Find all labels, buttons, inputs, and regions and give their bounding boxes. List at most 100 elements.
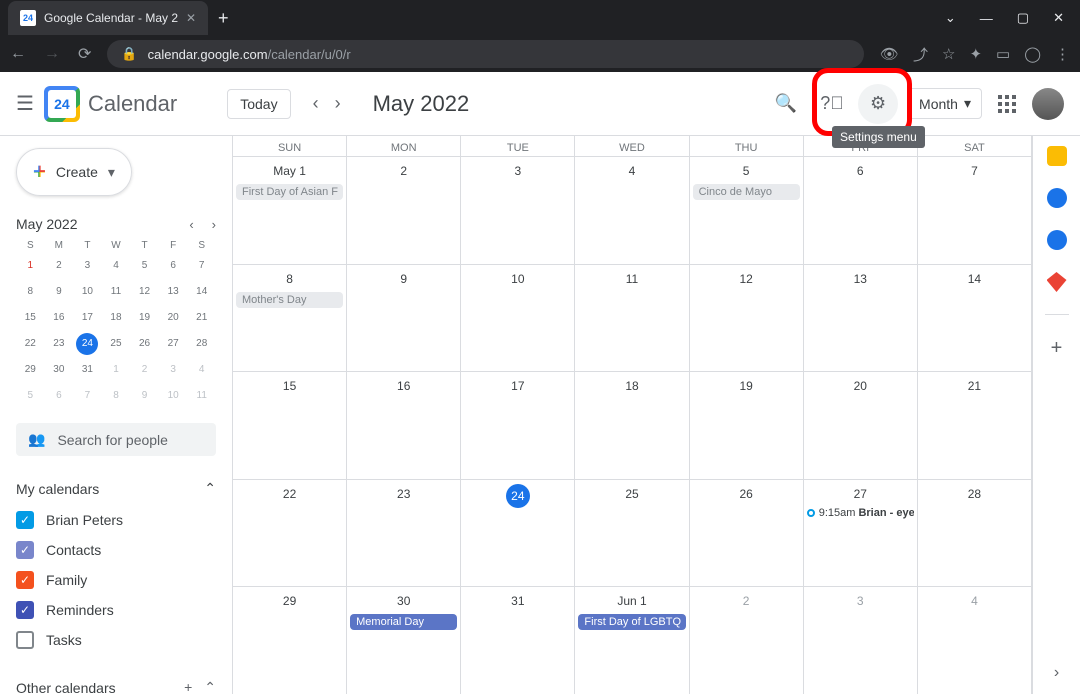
day-cell[interactable]: 6 bbox=[804, 157, 918, 264]
calendar-logo[interactable]: 24 Calendar bbox=[44, 86, 177, 122]
day-cell[interactable]: Jun 1First Day of LGBTQ bbox=[575, 587, 689, 694]
chevron-down-icon[interactable]: ⌄ bbox=[945, 10, 956, 26]
mini-day[interactable]: 4 bbox=[105, 255, 127, 277]
mini-day[interactable]: 6 bbox=[162, 255, 184, 277]
extensions-icon[interactable]: ✦ bbox=[969, 45, 982, 63]
search-icon[interactable]: 🔍 bbox=[766, 84, 806, 124]
calendar-checkbox[interactable] bbox=[16, 631, 34, 649]
mini-day[interactable]: 30 bbox=[48, 359, 70, 381]
mini-day[interactable]: 4 bbox=[191, 359, 213, 381]
day-cell[interactable]: 25 bbox=[575, 480, 689, 587]
calendar-checkbox[interactable] bbox=[16, 571, 34, 589]
mini-day[interactable]: 1 bbox=[105, 359, 127, 381]
day-cell[interactable]: 3 bbox=[804, 587, 918, 694]
day-cell[interactable]: 13 bbox=[804, 265, 918, 372]
day-cell[interactable]: 3 bbox=[461, 157, 575, 264]
mini-day[interactable]: 19 bbox=[134, 307, 156, 329]
view-selector[interactable]: Month▾ bbox=[908, 88, 982, 119]
day-cell[interactable]: 10 bbox=[461, 265, 575, 372]
close-window-icon[interactable]: ✕ bbox=[1053, 10, 1064, 26]
mini-day[interactable]: 27 bbox=[162, 333, 184, 355]
add-panel-icon[interactable]: + bbox=[1051, 337, 1063, 360]
mini-day[interactable]: 7 bbox=[191, 255, 213, 277]
day-cell[interactable]: 26 bbox=[690, 480, 804, 587]
forward-icon[interactable]: → bbox=[44, 45, 60, 63]
chevron-up-icon[interactable]: ⌃ bbox=[204, 480, 216, 497]
panel-icon[interactable]: ▭ bbox=[996, 45, 1010, 63]
event-chip[interactable]: First Day of LGBTQ bbox=[578, 614, 685, 630]
mini-day[interactable]: 22 bbox=[19, 333, 41, 355]
event-chip[interactable]: First Day of Asian F bbox=[236, 184, 343, 200]
mini-day[interactable]: 18 bbox=[105, 307, 127, 329]
mini-day[interactable]: 23 bbox=[48, 333, 70, 355]
day-cell[interactable]: 279:15am Brian - eye bbox=[804, 480, 918, 587]
event-chip[interactable]: Mother's Day bbox=[236, 292, 343, 308]
collapse-panel-icon[interactable]: › bbox=[1054, 664, 1059, 682]
day-cell[interactable]: 5Cinco de Mayo bbox=[690, 157, 804, 264]
star-icon[interactable]: ☆ bbox=[942, 45, 955, 63]
mini-day[interactable]: 31 bbox=[76, 359, 98, 381]
day-cell[interactable]: 2 bbox=[347, 157, 461, 264]
reload-icon[interactable]: ⟳ bbox=[78, 44, 91, 64]
day-cell[interactable]: 20 bbox=[804, 372, 918, 479]
help-icon[interactable]: ?⃝ bbox=[812, 84, 852, 124]
create-button[interactable]: + Create ▾ bbox=[16, 148, 132, 196]
mini-day[interactable]: 17 bbox=[76, 307, 98, 329]
event-chip[interactable]: Memorial Day bbox=[350, 614, 457, 630]
day-cell[interactable]: 29 bbox=[233, 587, 347, 694]
day-cell[interactable]: 4 bbox=[918, 587, 1032, 694]
day-cell[interactable]: 2 bbox=[690, 587, 804, 694]
mini-day[interactable]: 2 bbox=[48, 255, 70, 277]
main-menu-icon[interactable]: ☰ bbox=[16, 91, 34, 116]
account-avatar[interactable] bbox=[1032, 88, 1064, 120]
event-chip[interactable]: Cinco de Mayo bbox=[693, 184, 800, 200]
search-people-input[interactable]: 👥 Search for people bbox=[16, 423, 216, 456]
day-cell[interactable]: 23 bbox=[347, 480, 461, 587]
mini-day[interactable]: 9 bbox=[48, 281, 70, 303]
today-button[interactable]: Today bbox=[227, 89, 290, 119]
day-cell[interactable]: 30Memorial Day bbox=[347, 587, 461, 694]
mini-day[interactable]: 29 bbox=[19, 359, 41, 381]
calendar-item[interactable]: Contacts bbox=[16, 535, 216, 565]
address-bar[interactable]: 🔒 calendar.google.com/calendar/u/0/r bbox=[107, 40, 864, 68]
mini-day[interactable]: 5 bbox=[134, 255, 156, 277]
mini-day[interactable]: 16 bbox=[48, 307, 70, 329]
mini-day[interactable]: 7 bbox=[76, 385, 98, 407]
google-apps-icon[interactable] bbox=[998, 95, 1016, 113]
day-cell[interactable]: 24 bbox=[461, 480, 575, 587]
mini-day[interactable]: 2 bbox=[134, 359, 156, 381]
mini-day[interactable]: 13 bbox=[162, 281, 184, 303]
eye-icon[interactable]: 👁 bbox=[880, 45, 899, 63]
day-cell[interactable]: 7 bbox=[918, 157, 1032, 264]
tab-close-icon[interactable]: ✕ bbox=[186, 11, 196, 25]
tasks-icon[interactable] bbox=[1047, 188, 1067, 208]
mini-day[interactable]: 8 bbox=[19, 281, 41, 303]
mini-day[interactable]: 15 bbox=[19, 307, 41, 329]
calendar-item[interactable]: Reminders bbox=[16, 595, 216, 625]
keep-icon[interactable] bbox=[1047, 146, 1067, 166]
next-month-icon[interactable]: › bbox=[335, 93, 341, 114]
mini-day[interactable]: 3 bbox=[76, 255, 98, 277]
mini-day[interactable]: 6 bbox=[48, 385, 70, 407]
calendar-checkbox[interactable] bbox=[16, 541, 34, 559]
mini-day[interactable]: 28 bbox=[191, 333, 213, 355]
day-cell[interactable]: 16 bbox=[347, 372, 461, 479]
day-cell[interactable]: 17 bbox=[461, 372, 575, 479]
contacts-icon[interactable] bbox=[1047, 230, 1067, 250]
menu-icon[interactable]: ⋮ bbox=[1055, 45, 1070, 63]
day-cell[interactable]: 8Mother's Day bbox=[233, 265, 347, 372]
share-icon[interactable]: ⤴ bbox=[913, 44, 928, 65]
mini-day[interactable]: 9 bbox=[134, 385, 156, 407]
mini-day[interactable]: 21 bbox=[191, 307, 213, 329]
day-cell[interactable]: 22 bbox=[233, 480, 347, 587]
day-cell[interactable]: 14 bbox=[918, 265, 1032, 372]
browser-tab[interactable]: 24 Google Calendar - May 2022 ✕ bbox=[8, 1, 208, 35]
mini-day[interactable]: 11 bbox=[105, 281, 127, 303]
maps-icon[interactable] bbox=[1047, 272, 1067, 292]
minimize-icon[interactable]: — bbox=[980, 11, 993, 26]
day-cell[interactable]: 31 bbox=[461, 587, 575, 694]
day-cell[interactable]: 28 bbox=[918, 480, 1032, 587]
day-cell[interactable]: 18 bbox=[575, 372, 689, 479]
other-calendars-title[interactable]: Other calendars bbox=[16, 680, 116, 694]
profile-icon[interactable]: ◯ bbox=[1024, 45, 1041, 63]
